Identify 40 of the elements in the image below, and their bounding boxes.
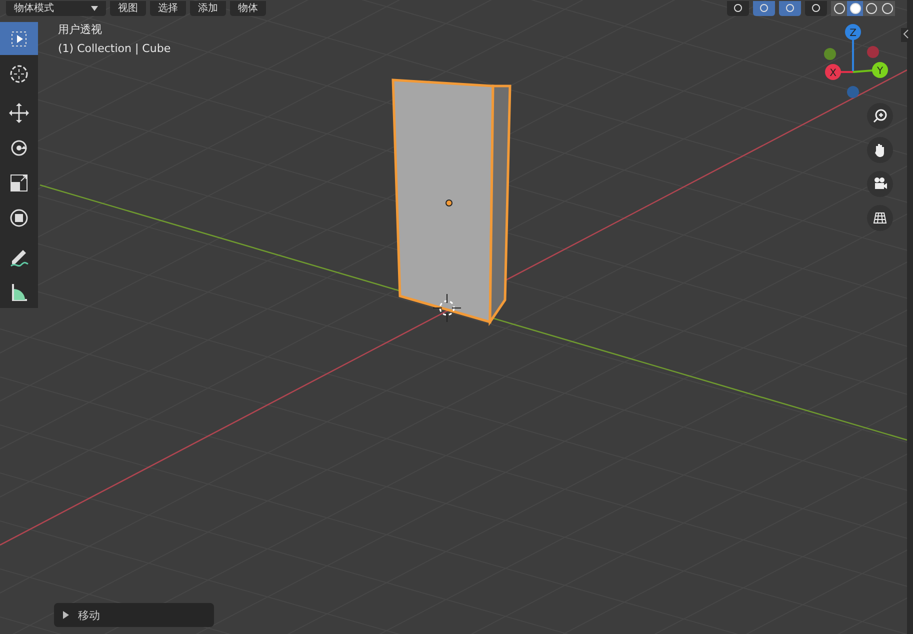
menu-button[interactable]: 选择 <box>150 0 186 16</box>
pan-button[interactable] <box>867 137 893 163</box>
shading-button[interactable] <box>879 0 895 16</box>
3d-cursor-icon <box>432 294 462 322</box>
zoom-button[interactable] <box>867 103 893 129</box>
scale-icon <box>8 172 30 194</box>
operator-panel[interactable]: 移动 <box>54 603 214 627</box>
move-icon <box>8 102 30 124</box>
caret-down-icon <box>91 6 98 10</box>
circle-icon <box>733 3 743 13</box>
sphere-icon <box>834 2 844 14</box>
camera-icon <box>872 176 888 192</box>
circle-icon <box>759 3 769 13</box>
grid-view-button[interactable] <box>867 205 893 231</box>
menu-button[interactable]: 视图 <box>110 0 146 16</box>
toggle-button[interactable] <box>753 0 775 16</box>
axis-gizmo-drawing: X Y Z <box>824 24 888 98</box>
circle-icon <box>811 3 821 13</box>
sphere-icon <box>866 2 876 14</box>
grid-icon <box>872 210 888 226</box>
cursor-icon <box>8 62 30 84</box>
object-info: (1) Collection | Cube <box>58 42 171 55</box>
shading-button[interactable] <box>863 0 879 16</box>
chevron-left-icon <box>902 28 910 40</box>
shading-button[interactable] <box>831 0 847 16</box>
menu-button[interactable]: 添加 <box>190 0 226 16</box>
view-name: 用户透视 <box>58 22 103 37</box>
mode-dropdown[interactable]: 物体模式 <box>6 0 106 16</box>
sphere-icon <box>882 2 892 14</box>
camera-button[interactable] <box>867 171 893 197</box>
sphere-icon <box>850 2 860 14</box>
toggle-button[interactable] <box>805 0 827 16</box>
zoom-icon <box>872 108 888 124</box>
sidebar-toggle-button[interactable] <box>901 28 911 42</box>
menu-button[interactable]: 物体 <box>230 0 266 16</box>
shading-button[interactable] <box>847 0 863 16</box>
circle-icon <box>785 3 795 13</box>
toggle-button[interactable] <box>779 0 801 16</box>
transform-icon <box>8 206 30 228</box>
toggle-button[interactable] <box>727 0 749 16</box>
